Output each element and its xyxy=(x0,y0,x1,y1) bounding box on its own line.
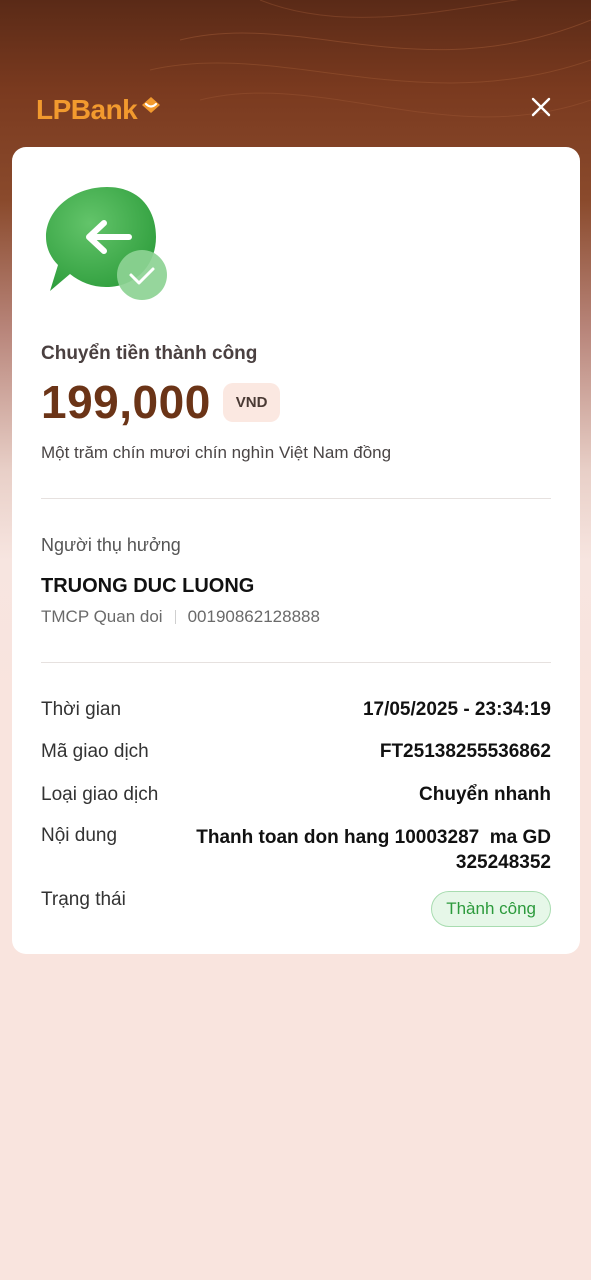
time-label: Thời gian xyxy=(41,699,122,720)
time-value: 17/05/2025 - 23:34:19 xyxy=(362,699,551,720)
amount-row: 199,000 VND xyxy=(41,375,281,429)
receipt-card: Chuyển tiền thành công 199,000 VND Một t… xyxy=(12,147,580,954)
divider xyxy=(41,662,551,663)
detail-row-transaction-id: Mã giao dịch FT25138255536862 xyxy=(41,741,551,763)
beneficiary-name: TRUONG DUC LUONG xyxy=(41,575,255,597)
content-label: Nội dung xyxy=(41,825,118,846)
divider xyxy=(41,498,551,499)
transfer-success-icon xyxy=(46,187,167,300)
close-button[interactable] xyxy=(524,90,558,124)
separator xyxy=(174,610,176,624)
detail-row-type: Loại giao dịch Chuyển nhanh xyxy=(41,784,551,806)
status-label: Trạng thái xyxy=(41,889,126,910)
beneficiary-label: Người thụ hưởng xyxy=(41,535,181,555)
lpbank-logo-mark-icon xyxy=(142,97,161,113)
beneficiary-bank-info: TMCP Quan doi 00190862128888 xyxy=(41,607,320,627)
amount-in-words: Một trăm chín mươi chín nghìn Việt Nam đ… xyxy=(41,443,392,462)
beneficiary-account-number: 00190862128888 xyxy=(187,607,320,626)
close-icon xyxy=(531,97,551,117)
detail-row-content: Nội dung Thanh toan don hang 10003287 ma… xyxy=(41,825,551,875)
beneficiary-bank: TMCP Quan doi xyxy=(41,607,163,626)
brand-name: LPBank xyxy=(36,94,138,125)
status-badge: Thành công xyxy=(431,891,551,927)
transaction-type-label: Loại giao dịch xyxy=(41,784,159,805)
transaction-type-value: Chuyển nhanh xyxy=(419,784,551,805)
currency-badge: VND xyxy=(222,382,281,422)
lpbank-logo: LPBank xyxy=(36,92,163,128)
transfer-status-title: Chuyển tiền thành công xyxy=(41,343,258,364)
transfer-amount: 199,000 xyxy=(41,376,211,428)
transaction-id-value: FT25138255536862 xyxy=(379,741,551,762)
detail-row-time: Thời gian 17/05/2025 - 23:34:19 xyxy=(41,699,551,721)
transaction-id-label: Mã giao dịch xyxy=(41,741,149,762)
detail-row-status: Trạng thái Thành công xyxy=(41,889,551,927)
content-value: Thanh toan don hang 10003287 ma GD 32524… xyxy=(196,827,557,873)
